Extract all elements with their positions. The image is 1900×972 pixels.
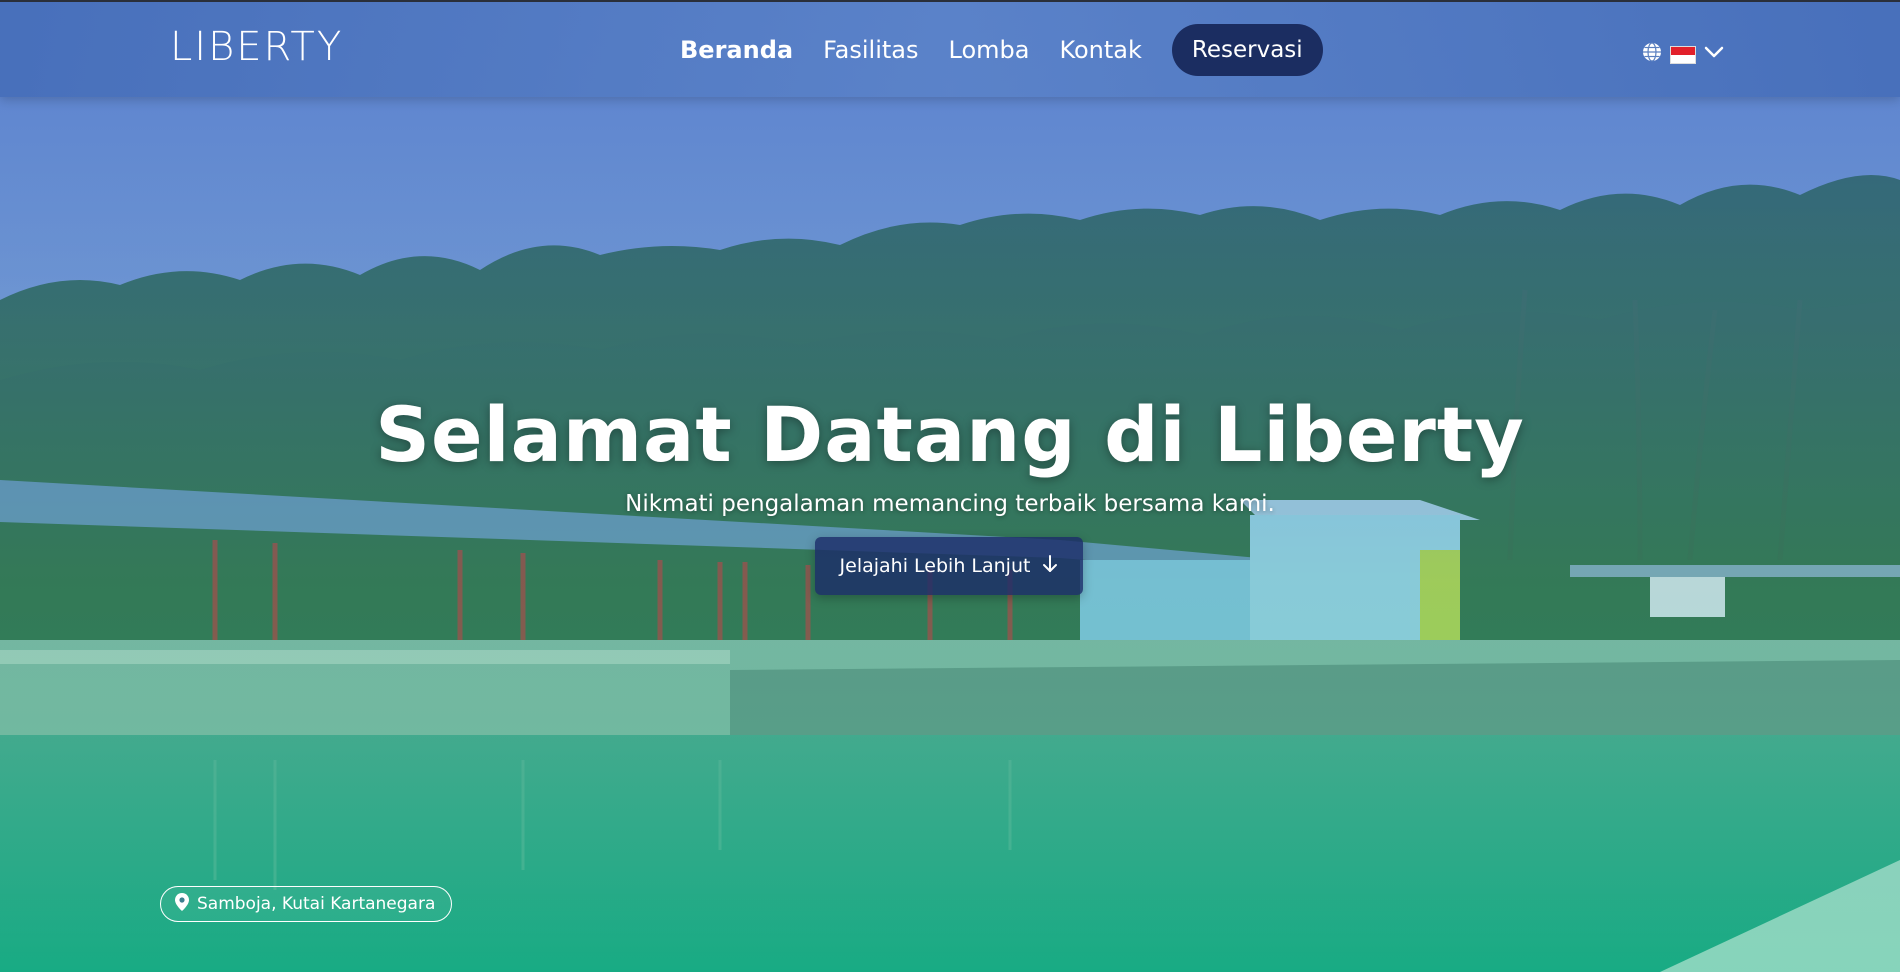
main-nav: Beranda Fasilitas Lomba Kontak Reservasi (680, 24, 1323, 76)
globe-icon (1642, 42, 1662, 67)
indonesia-flag-icon (1670, 45, 1696, 64)
explore-button-label: Jelajahi Lebih Lanjut (839, 555, 1031, 577)
chevron-down-icon (1704, 45, 1724, 64)
language-selector[interactable] (1642, 42, 1724, 67)
nav-link-fasilitas[interactable]: Fasilitas (823, 36, 918, 64)
map-pin-icon (175, 892, 189, 916)
arrow-down-icon (1042, 554, 1058, 578)
nav-link-kontak[interactable]: Kontak (1059, 36, 1141, 64)
explore-more-button[interactable]: Jelajahi Lebih Lanjut (815, 537, 1083, 595)
nav-link-lomba[interactable]: Lomba (949, 36, 1030, 64)
logo-text: LIBERTY (170, 24, 344, 70)
top-navbar: LIBERTY Beranda Fasilitas Lomba Kontak R… (0, 0, 1900, 97)
nav-link-beranda[interactable]: Beranda (680, 36, 793, 64)
reservasi-button[interactable]: Reservasi (1171, 24, 1323, 76)
location-badge: Samboja, Kutai Kartanegara (160, 886, 453, 922)
liberty-logo[interactable]: LIBERTY (170, 24, 343, 74)
location-label: Samboja, Kutai Kartanegara (197, 894, 436, 914)
hero-color-overlay (0, 0, 1900, 972)
hero-subtitle: Nikmati pengalaman memancing terbaik ber… (625, 491, 1275, 517)
hero-title: Selamat Datang di Liberty (375, 390, 1525, 479)
hero-section (0, 0, 1900, 972)
